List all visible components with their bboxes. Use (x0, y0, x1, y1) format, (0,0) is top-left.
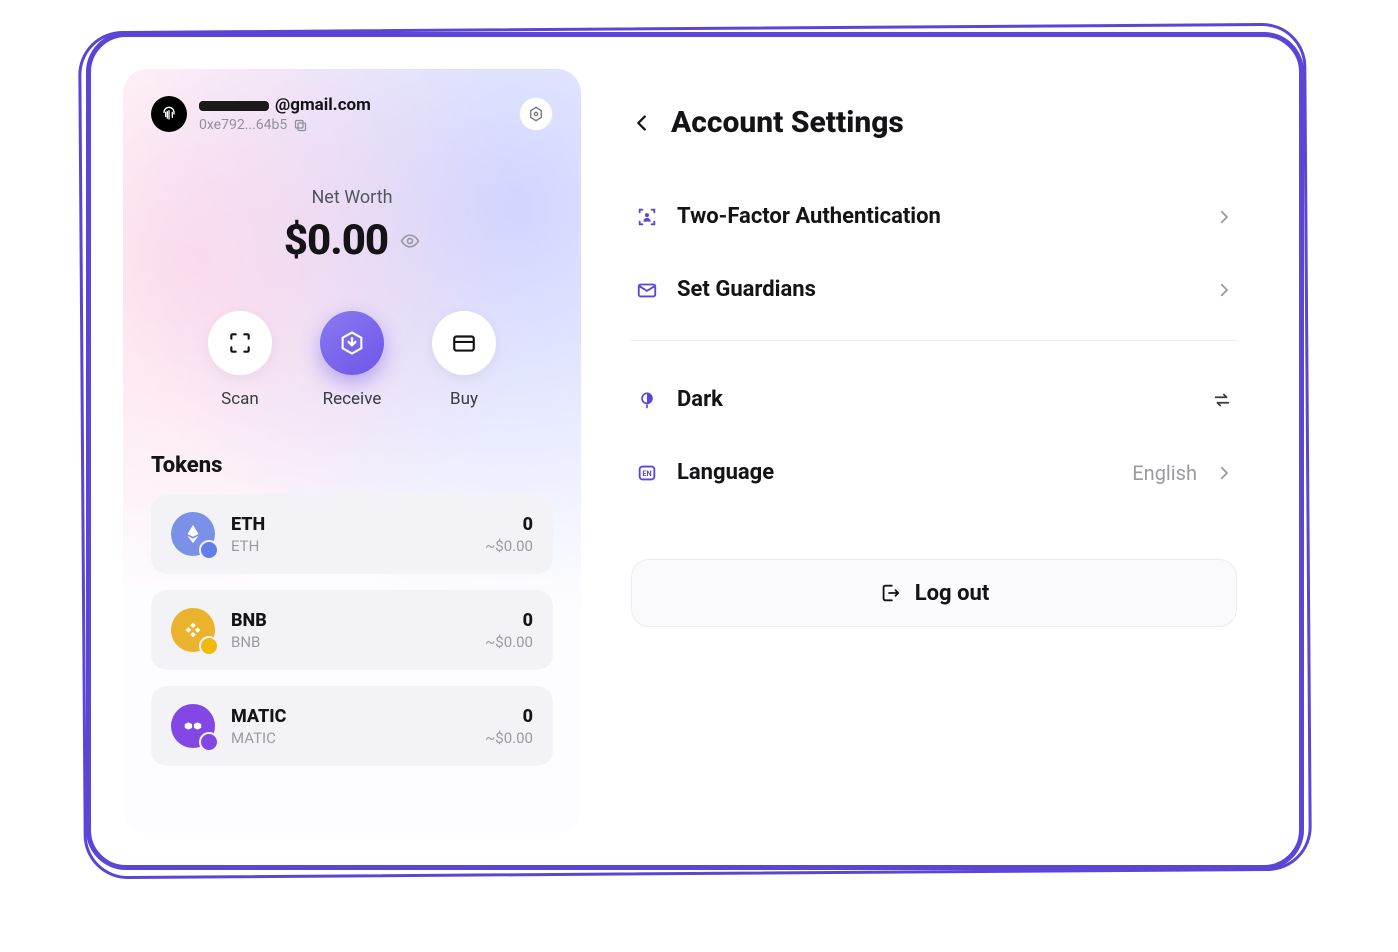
logout-button[interactable]: Log out (631, 559, 1237, 627)
chevron-right-icon (1215, 208, 1233, 226)
net-worth-section: Net Worth $0.00 (151, 187, 553, 265)
redacted-email-prefix (199, 101, 269, 111)
token-usd: ~$0.00 (485, 537, 533, 555)
bnb-icon (171, 608, 215, 652)
token-list: ETH ETH 0 ~$0.00 BNB BNB (151, 494, 553, 766)
fingerprint-icon (159, 104, 179, 124)
envelope-icon (636, 279, 658, 301)
language-value: English (1132, 461, 1197, 485)
receive-label: Receive (323, 389, 382, 409)
two-factor-row[interactable]: Two-Factor Authentication (631, 180, 1237, 253)
token-balance: 0 (485, 610, 533, 631)
token-symbol: BNB (231, 610, 469, 631)
receive-action[interactable]: Receive (320, 311, 384, 409)
language-icon: EN (636, 462, 658, 484)
chevron-right-icon (1215, 464, 1233, 482)
buy-action[interactable]: Buy (432, 311, 496, 409)
buy-label: Buy (450, 389, 478, 409)
scan-action[interactable]: Scan (208, 311, 272, 409)
avatar[interactable] (151, 96, 187, 132)
gear-icon (527, 105, 545, 123)
back-button[interactable] (631, 112, 653, 134)
token-name: MATIC (231, 729, 469, 747)
copy-icon[interactable] (293, 118, 308, 133)
matic-icon (171, 704, 215, 748)
token-symbol: MATIC (231, 706, 469, 727)
tokens-heading: Tokens (151, 453, 553, 478)
wallet-panel: @gmail.com 0xe792...64b5 Net Worth $0.00 (123, 69, 581, 833)
svg-text:EN: EN (642, 468, 651, 477)
two-factor-label: Two-Factor Authentication (677, 204, 1197, 229)
eth-icon (171, 512, 215, 556)
settings-title: Account Settings (671, 105, 904, 140)
theme-row[interactable]: Dark (631, 363, 1237, 436)
visibility-toggle-icon[interactable] (400, 231, 420, 251)
token-usd: ~$0.00 (485, 633, 533, 651)
guardians-label: Set Guardians (677, 277, 1197, 302)
logout-label: Log out (915, 581, 990, 606)
token-balance: 0 (485, 706, 533, 727)
token-symbol: ETH (231, 514, 469, 535)
app-frame: @gmail.com 0xe792...64b5 Net Worth $0.00 (86, 32, 1304, 870)
token-row-matic[interactable]: MATIC MATIC 0 ~$0.00 (151, 686, 553, 766)
two-factor-icon (636, 206, 658, 228)
swap-icon[interactable] (1211, 389, 1233, 411)
settings-button[interactable] (519, 97, 553, 131)
chevron-right-icon (1215, 281, 1233, 299)
token-row-eth[interactable]: ETH ETH 0 ~$0.00 (151, 494, 553, 574)
receive-icon (338, 329, 366, 357)
scan-label: Scan (221, 389, 259, 409)
account-row: @gmail.com 0xe792...64b5 (151, 95, 553, 133)
card-icon (451, 330, 477, 356)
language-row[interactable]: EN Language English (631, 436, 1237, 509)
guardians-row[interactable]: Set Guardians (631, 253, 1237, 326)
token-name: BNB (231, 633, 469, 651)
divider (631, 340, 1237, 341)
token-balance: 0 (485, 514, 533, 535)
language-label: Language (677, 460, 1114, 485)
net-worth-label: Net Worth (151, 187, 553, 208)
scan-icon (227, 330, 253, 356)
theme-label: Dark (677, 387, 1193, 412)
settings-panel: Account Settings Two-Factor Authenticati… (631, 69, 1267, 833)
account-email-suffix: @gmail.com (275, 95, 371, 115)
wallet-address: 0xe792...64b5 (199, 117, 287, 133)
token-name: ETH (231, 537, 469, 555)
logout-icon (879, 582, 901, 604)
token-usd: ~$0.00 (485, 729, 533, 747)
token-row-bnb[interactable]: BNB BNB 0 ~$0.00 (151, 590, 553, 670)
theme-icon (637, 390, 657, 410)
net-worth-value: $0.00 (284, 216, 388, 265)
